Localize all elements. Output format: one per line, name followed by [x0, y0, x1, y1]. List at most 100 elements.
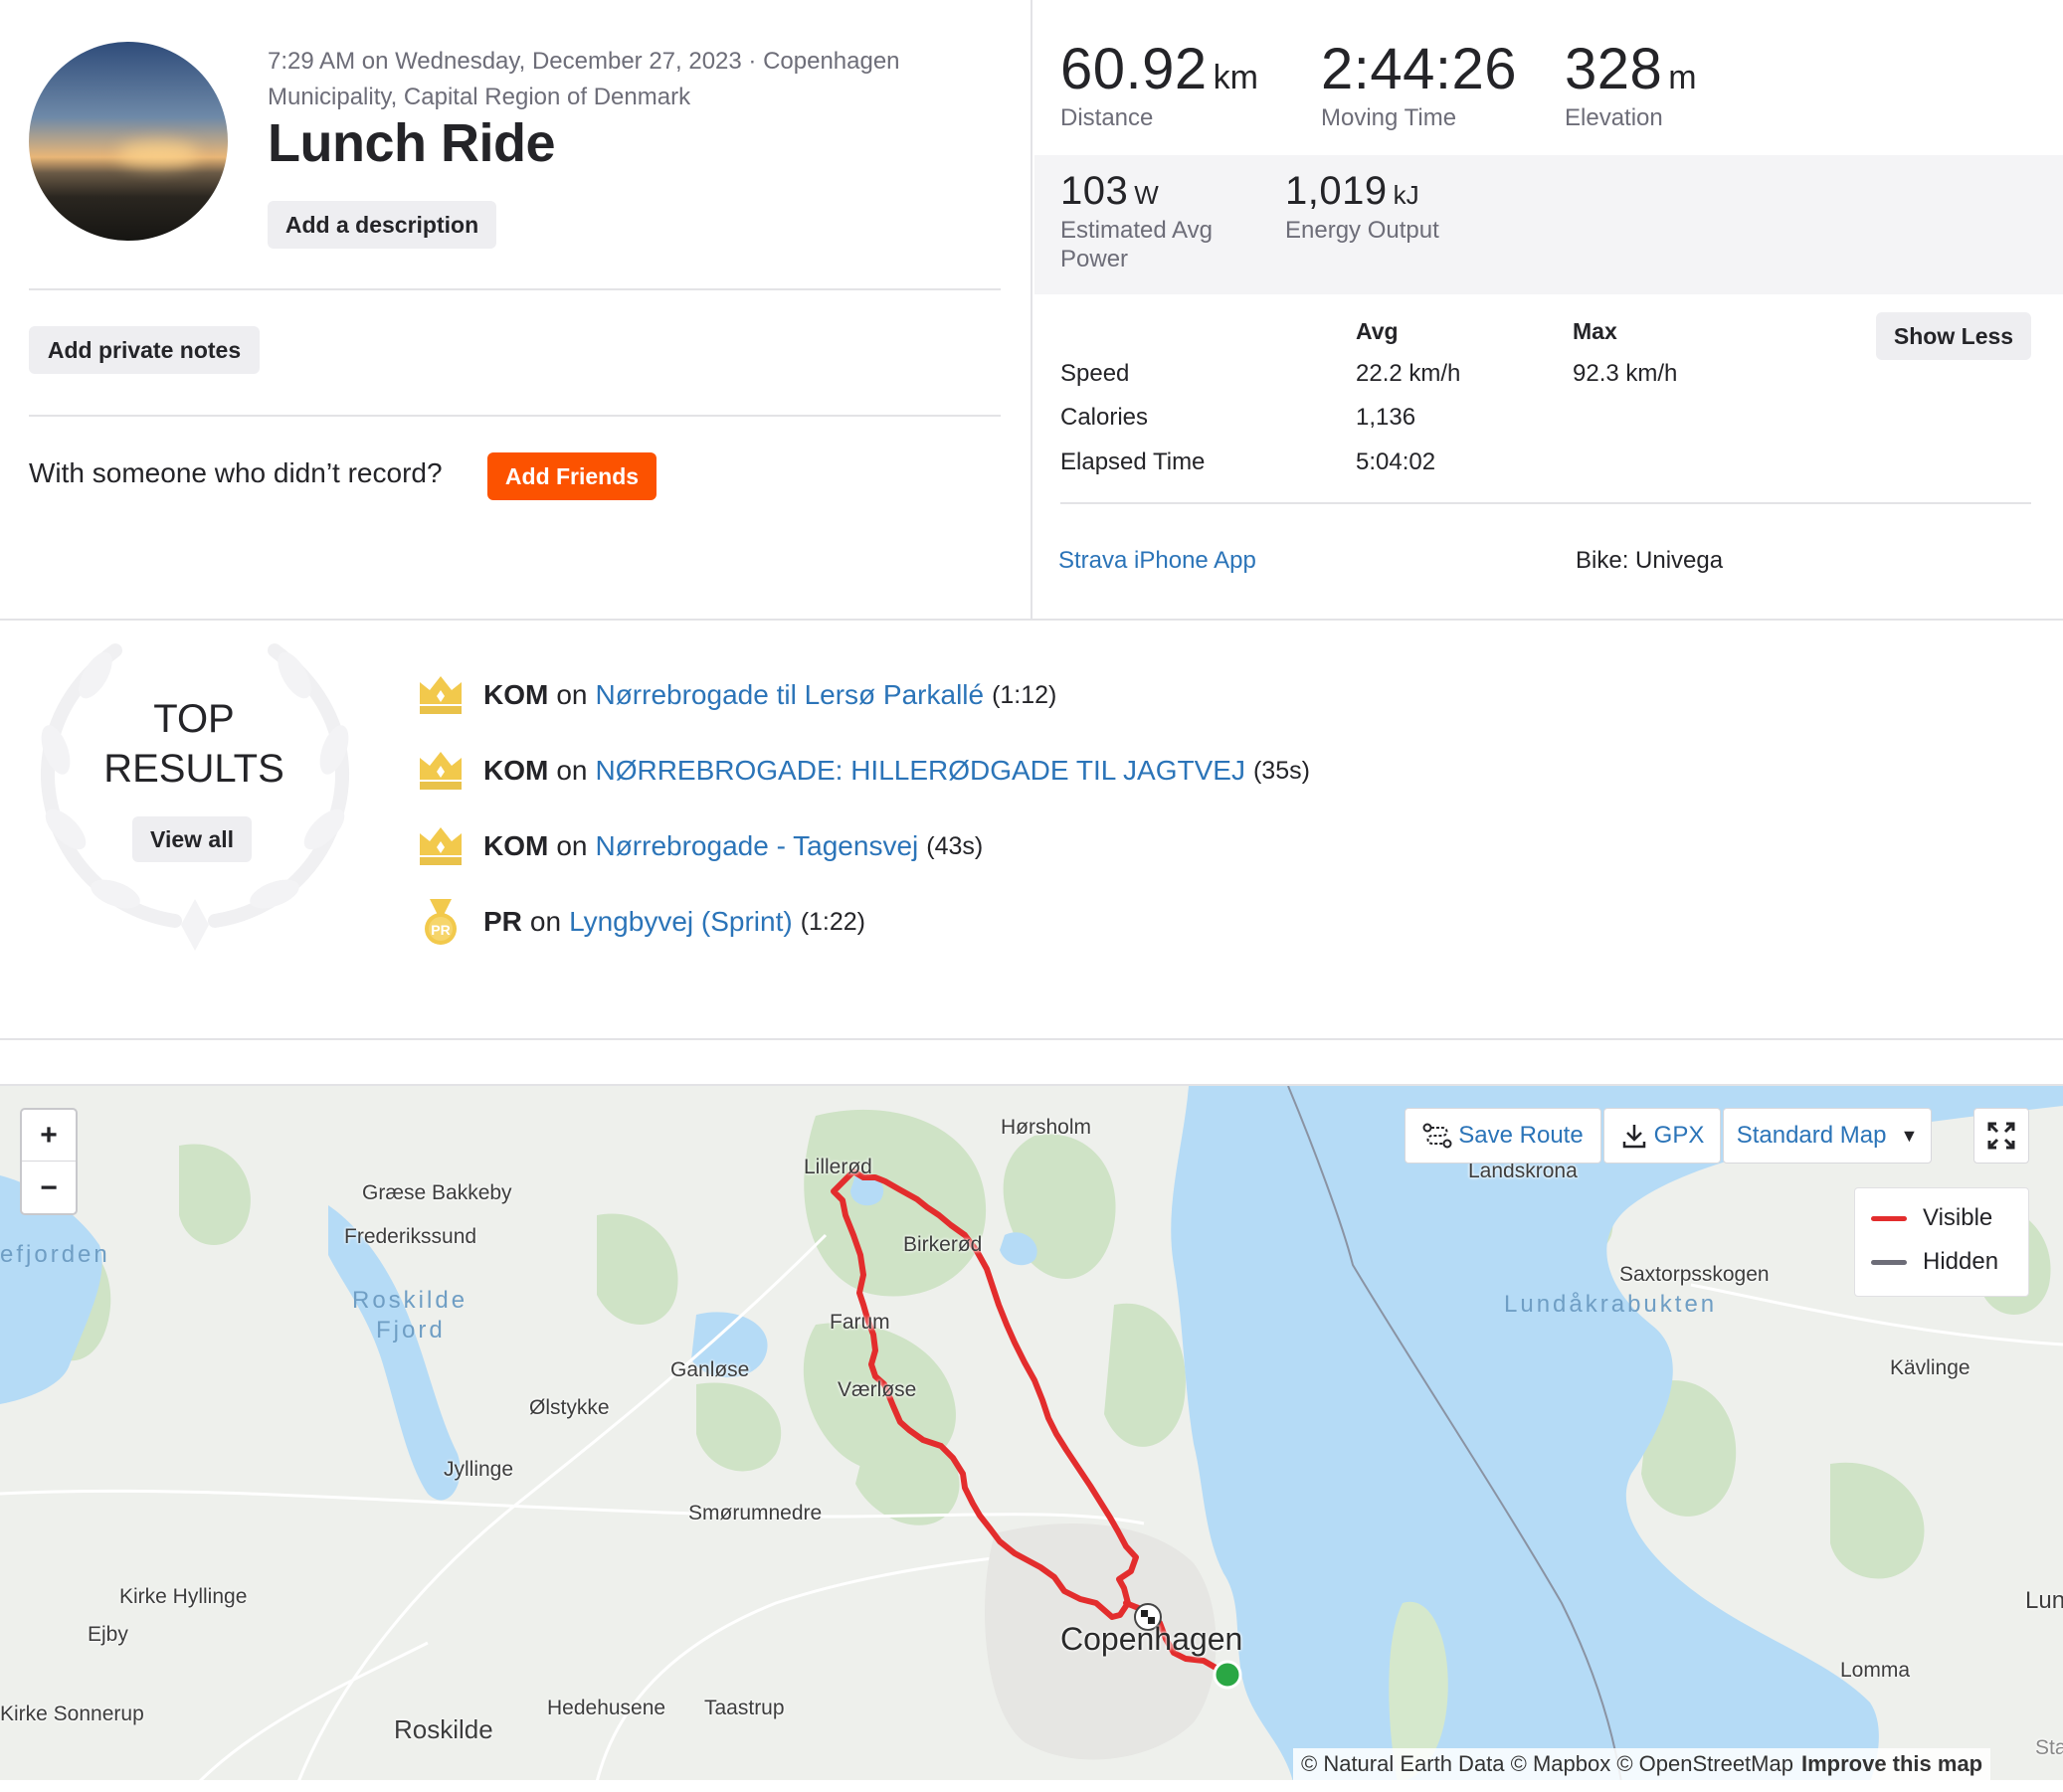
map-place-label: Kävlinge: [1890, 1356, 1970, 1379]
map-place-label: Hedehusene: [547, 1697, 666, 1719]
zoom-in-button[interactable]: +: [22, 1110, 76, 1162]
legend-label: Visible: [1923, 1204, 1993, 1231]
zoom-out-button[interactable]: −: [22, 1163, 76, 1214]
table-cell-avg: 22.2 km/h: [1356, 360, 1461, 387]
achievement-item: KOM on Nørrebrogade til Lersø Parkallé (…: [416, 670, 1056, 720]
athlete-avatar[interactable]: [29, 42, 228, 241]
map-water-label: Roskilde: [352, 1287, 469, 1314]
table-row-label: Calories: [1060, 404, 1149, 431]
save-route-button[interactable]: Save Route: [1405, 1108, 1601, 1164]
segment-link[interactable]: Nørrebrogade - Tagensvej: [595, 830, 918, 862]
show-less-button[interactable]: Show Less: [1876, 312, 2031, 360]
crown-icon: [420, 752, 462, 790]
map-place-label: Lun: [2025, 1587, 2063, 1614]
stat-unit: W: [1134, 180, 1159, 210]
table-row-label: Speed: [1060, 360, 1130, 387]
stat-label: Distance: [1060, 104, 1154, 131]
pr-medal-icon: PR: [425, 899, 457, 945]
attribution-text[interactable]: © Natural Earth Data © Mapbox © OpenStre…: [1301, 1751, 1793, 1777]
legend-item-visible[interactable]: Visible: [1871, 1204, 1992, 1232]
start-marker: [1213, 1660, 1242, 1690]
map-water-label: Fjord: [376, 1317, 446, 1344]
secondary-stats-panel: 103 W Estimated Avg Power 1,019 kJ Energy …: [1034, 155, 2063, 294]
add-friends-button[interactable]: Add Friends: [487, 452, 656, 500]
gpx-download-button[interactable]: GPX: [1603, 1108, 1721, 1164]
map-place-label: Roskilde: [394, 1714, 493, 1744]
stat-label: Moving Time: [1321, 104, 1457, 131]
stat-unit: m: [1668, 59, 1697, 96]
stat-elevation: 328 m Elevation: [1565, 36, 1697, 132]
stat-value: 103: [1060, 169, 1129, 213]
stat-value: 328: [1565, 37, 1663, 101]
activity-title[interactable]: Lunch Ride: [268, 112, 556, 174]
stat-unit: km: [1213, 59, 1258, 96]
stat-label: Energy Output: [1285, 217, 1439, 244]
device-link[interactable]: Strava iPhone App: [1058, 547, 1256, 575]
achievement-time: (43s): [926, 831, 984, 860]
map-place-label: Lillerød: [804, 1156, 872, 1178]
stat-unit: kJ: [1393, 180, 1419, 210]
map-attribution: © Natural Earth Data © Mapbox © OpenStre…: [1293, 1748, 1991, 1780]
achievement-type: PR: [483, 906, 522, 937]
legend-swatch: [1871, 1259, 1907, 1265]
activity-stats-column: 60.92 km Distance 2:44:26 Moving Time 328…: [1034, 0, 2063, 619]
map-water-label: Lundåkrabukten: [1504, 1291, 1718, 1318]
map-place-label: Saxtorpsskogen: [1619, 1263, 1770, 1286]
map-place-label: Ølstykke: [529, 1396, 610, 1419]
map-place-label: Værløse: [838, 1378, 917, 1401]
crown-icon: [420, 827, 462, 865]
achievement-on-label: on: [529, 906, 562, 937]
activity-datetime-location: 7:29 AM on Wednesday, December 27, 2023 …: [268, 48, 900, 110]
map-style-dropdown[interactable]: Standard Map ▼: [1723, 1108, 1932, 1164]
table-header-max: Max: [1573, 318, 1617, 344]
segment-link[interactable]: NØRREBROGADE: HILLERØDGADE TIL JAGTVEJ: [595, 755, 1244, 787]
achievement-on-label: on: [556, 679, 588, 710]
add-description-button[interactable]: Add a description: [268, 201, 496, 249]
top-results-card: TOP RESULTS View all KOM on Nørrebrogade…: [0, 623, 2063, 1040]
stat-moving-time: 2:44:26 Moving Time: [1321, 36, 1517, 132]
fullscreen-button[interactable]: [1973, 1108, 2029, 1164]
map-place-label: Lomma: [1840, 1659, 1911, 1682]
download-icon: [1622, 1125, 1645, 1149]
segment-link[interactable]: Lyngbyvej (Sprint): [569, 906, 793, 938]
map-style-label: Standard Map: [1736, 1122, 1887, 1149]
improve-map-link[interactable]: Improve this map: [1801, 1751, 1982, 1777]
legend-swatch: [1871, 1215, 1907, 1221]
achievement-time: (1:12): [992, 680, 1057, 709]
map-place-label: Frederikssund: [344, 1225, 477, 1248]
stat-value: 1,019: [1285, 169, 1388, 213]
table-cell-avg: 1,136: [1356, 404, 1416, 431]
top-results-title-line: TOP: [153, 697, 235, 741]
map-place-label: Staf: [2035, 1736, 2063, 1759]
segment-link[interactable]: Nørrebrogade til Lersø Parkallé: [595, 679, 984, 711]
map-place-label: Birkerød: [903, 1233, 983, 1256]
achievement-on-label: on: [556, 755, 588, 786]
achievement-type: KOM: [483, 830, 549, 861]
stat-label: Estimated Avg Power: [1060, 217, 1213, 272]
map-place-label: Taastrup: [704, 1697, 785, 1719]
stat-value: 60.92: [1060, 37, 1208, 101]
divider: [1060, 502, 2031, 504]
view-all-button[interactable]: View all: [132, 816, 252, 862]
map-place-label: Kirke Sonnerup: [0, 1702, 144, 1725]
crown-icon: [420, 676, 462, 714]
achievement-item: KOM on NØRREBROGADE: HILLERØDGADE TIL JA…: [416, 746, 1310, 796]
map-place-label: Smørumnedre: [688, 1502, 823, 1524]
map-legend: Visible Hidden: [1854, 1187, 2029, 1297]
gpx-label: GPX: [1653, 1122, 1705, 1149]
add-private-notes-button[interactable]: Add private notes: [29, 326, 260, 374]
divider: [29, 288, 1001, 290]
achievement-type: KOM: [483, 755, 549, 786]
legend-label: Hidden: [1923, 1248, 1999, 1275]
table-row-label: Elapsed Time: [1060, 448, 1206, 475]
divider: [29, 415, 1001, 417]
stat-label: Elevation: [1565, 104, 1663, 131]
bike-info: Bike: Univega: [1576, 547, 1724, 574]
table-cell-avg: 5:04:02: [1356, 448, 1436, 475]
stat-energy-output: 1,019 kJ Energy Output: [1285, 169, 1439, 245]
map-place-label: Ganløse: [670, 1358, 750, 1381]
achievement-item: PR PR on Lyngbyvej (Sprint) (1:22): [416, 897, 865, 947]
legend-item-hidden[interactable]: Hidden: [1871, 1248, 1998, 1276]
save-route-label: Save Route: [1458, 1122, 1584, 1149]
route-map[interactable]: Hørsholm Lillerød Græse Bakkeby Frederik…: [0, 1084, 2063, 1780]
